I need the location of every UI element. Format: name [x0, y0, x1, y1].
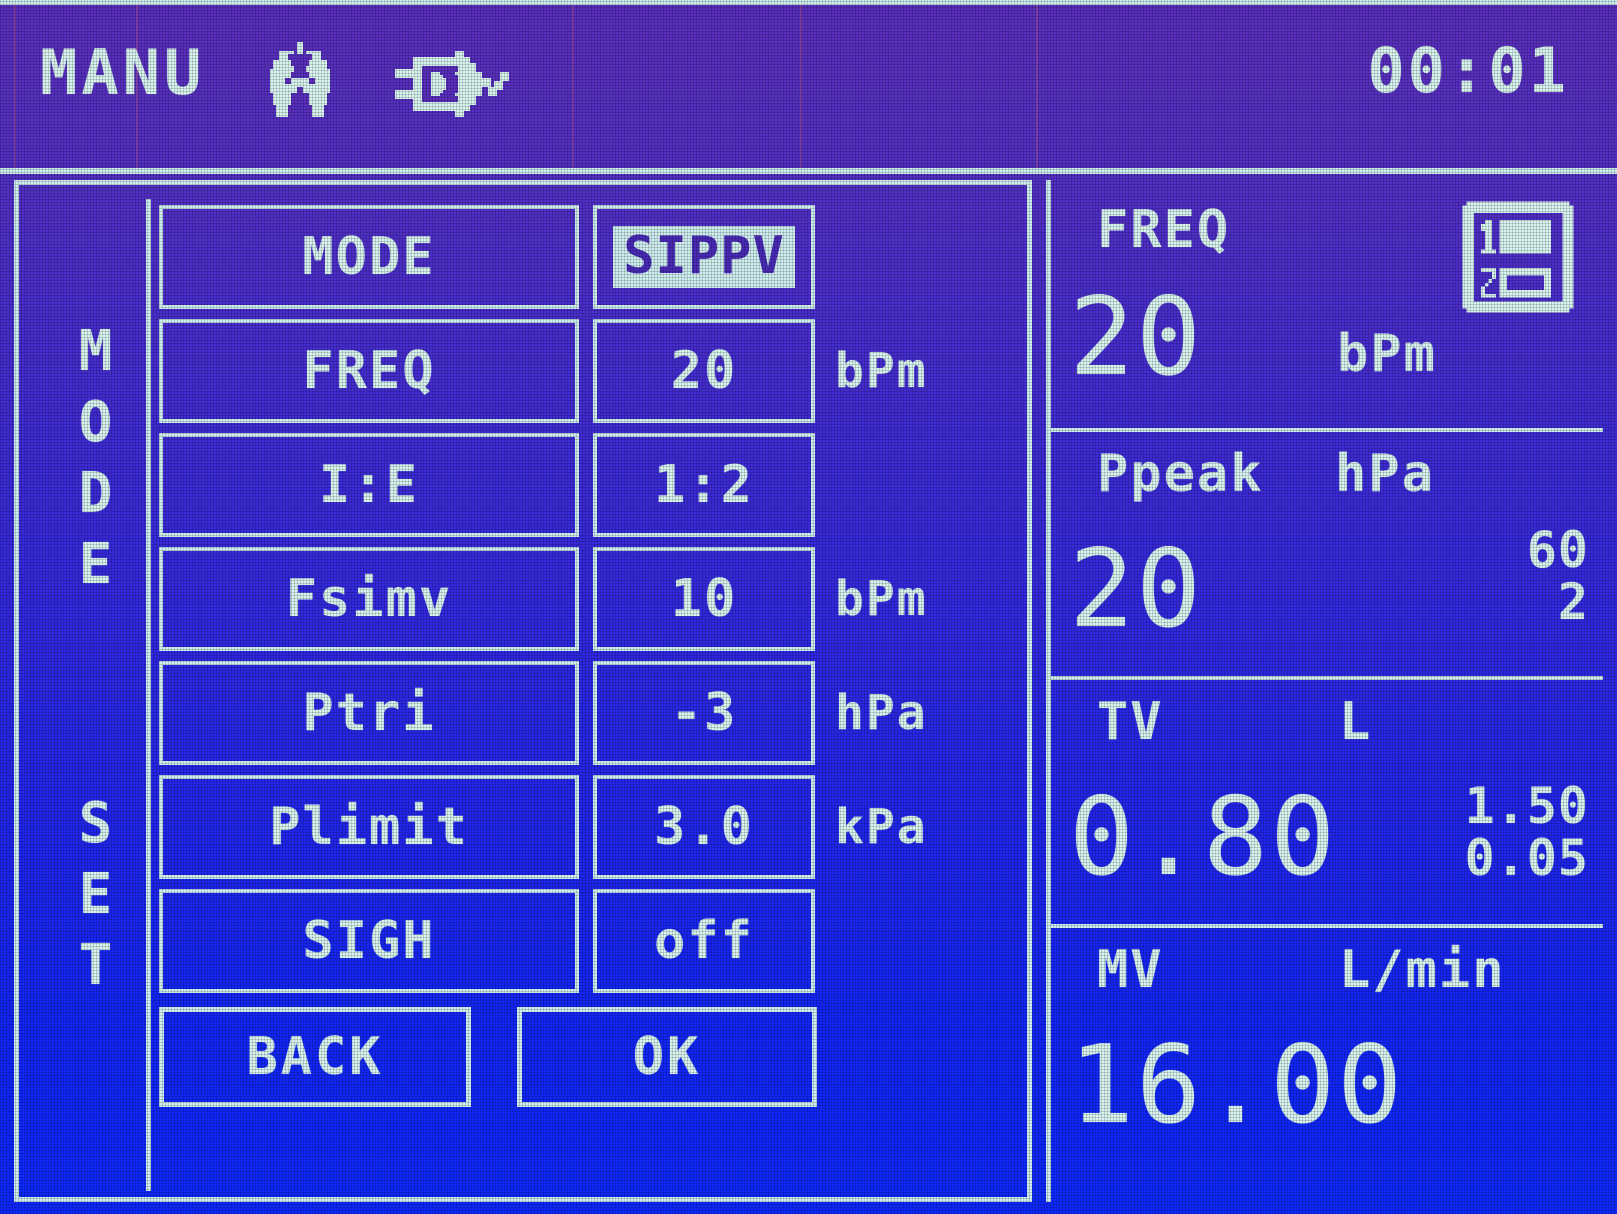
setting-value-cell-fsimv[interactable]: 10	[593, 547, 815, 651]
main-content: MODE SET MODE SIPPV FREQ 20 bPm I:E 1:2 …	[0, 172, 1617, 1214]
setting-value-cell-plimit[interactable]: 3.0	[593, 775, 815, 879]
ok-button[interactable]: OK	[517, 1007, 817, 1107]
back-button[interactable]: BACK	[159, 1007, 471, 1107]
setting-label-cell: Plimit	[159, 775, 579, 879]
section-label-set-char: SET	[63, 791, 128, 1004]
setting-label: I:E	[319, 455, 419, 515]
monitor-unit: hPa	[1335, 444, 1435, 504]
monitor-value: 16.00	[1069, 1023, 1405, 1148]
monitor-block-freq: FREQ 20 bPm	[1051, 180, 1603, 428]
setting-value-cell-mode[interactable]: SIPPV	[593, 205, 815, 309]
ventilation-mode-indicator: MANU	[40, 36, 206, 109]
monitor-unit: bPm	[1337, 324, 1437, 384]
setting-row-mode[interactable]: MODE SIPPV	[159, 205, 1019, 309]
setting-label-cell: MODE	[159, 205, 579, 309]
setting-value: off	[654, 911, 754, 971]
setting-unit: kPa	[835, 799, 928, 855]
setting-row-ptri[interactable]: Ptri -3 hPa	[159, 661, 1019, 765]
setting-row-plimit[interactable]: Plimit 3.0 kPa	[159, 775, 1019, 879]
setting-label: FREQ	[302, 341, 436, 401]
button-row: BACK OK	[159, 1007, 1019, 1107]
monitor-block-ppeak: Ppeak hPa 20 60 2	[1051, 432, 1603, 676]
monitor-limit-low: 0.05	[1464, 829, 1589, 887]
ok-button-label: OK	[632, 1027, 702, 1087]
setting-label-cell: FREQ	[159, 319, 579, 423]
monitor-block-mv: MV L/min 16.00	[1051, 928, 1603, 1202]
monitor-title: MV	[1097, 940, 1164, 1000]
setting-value: -3	[670, 683, 738, 743]
setting-label: Fsimv	[285, 569, 453, 629]
setting-label: MODE	[302, 227, 436, 287]
setting-value: 20	[670, 341, 738, 401]
screen-top-edge	[0, 0, 1617, 5]
monitor-limit-low: 2	[1557, 573, 1589, 631]
setting-row-sigh[interactable]: SIGH off	[159, 889, 1019, 993]
setting-row-fsimv[interactable]: Fsimv 10 bPm	[159, 547, 1019, 651]
setting-label-cell: Fsimv	[159, 547, 579, 651]
setting-label-cell: SIGH	[159, 889, 579, 993]
setting-value: SIPPV	[613, 226, 795, 288]
setting-value-cell-ptri[interactable]: -3	[593, 661, 815, 765]
back-button-label: BACK	[246, 1027, 384, 1087]
setting-value: 1:2	[654, 455, 754, 515]
monitor-value: 20	[1069, 275, 1204, 400]
setting-unit: hPa	[835, 685, 928, 741]
section-label-mode-char: MODE	[63, 319, 128, 603]
monitor-title: TV	[1097, 692, 1164, 752]
header-divider	[0, 168, 1617, 174]
setting-label-cell: Ptri	[159, 661, 579, 765]
section-label-mode: MODE	[39, 319, 151, 622]
settings-panel: MODE SET MODE SIPPV FREQ 20 bPm I:E 1:2 …	[14, 180, 1032, 1202]
power-plug-icon	[392, 36, 512, 136]
monitor-block-tv: TV L 0.80 1.50 0.05	[1051, 680, 1603, 924]
setting-unit: bPm	[835, 343, 928, 399]
monitor-title: Ppeak	[1097, 444, 1264, 504]
monitor-value: 20	[1069, 527, 1204, 652]
clock: 00:01	[1367, 34, 1569, 107]
setting-row-ie[interactable]: I:E 1:2	[159, 433, 1019, 537]
setting-label-cell: I:E	[159, 433, 579, 537]
monitor-limit-high: 1.50	[1464, 777, 1589, 835]
monitoring-panel: FREQ 20 bPm Ppeak hPa 20 60 2 TV L 0.80 …	[1046, 180, 1603, 1202]
setting-value: 3.0	[654, 797, 754, 857]
setting-label: Ptri	[302, 683, 436, 743]
monitor-unit: L	[1339, 692, 1373, 752]
setting-row-freq[interactable]: FREQ 20 bPm	[159, 319, 1019, 423]
setting-label: Plimit	[269, 797, 469, 857]
setting-value-cell-ie[interactable]: 1:2	[593, 433, 815, 537]
setting-value-cell-sigh[interactable]: off	[593, 889, 815, 993]
monitor-limit-high: 60	[1526, 521, 1589, 579]
settings-section-labels: MODE SET	[39, 199, 151, 1191]
setting-label: SIGH	[302, 911, 436, 971]
monitor-value: 0.80	[1069, 775, 1338, 900]
ventilator-lcd-screen: MANU 00:01 MODE SET MODE SIPPV FREQ 20 b…	[0, 0, 1617, 1214]
setting-unit: bPm	[835, 571, 928, 627]
monitor-title: FREQ	[1097, 200, 1231, 260]
setting-value: 10	[670, 569, 738, 629]
section-label-set: SET	[39, 791, 151, 1023]
monitor-unit: L/min	[1339, 940, 1506, 1000]
status-bar: MANU 00:01	[0, 0, 1617, 172]
setting-value-cell-freq[interactable]: 20	[593, 319, 815, 423]
lungs-icon	[252, 36, 348, 136]
